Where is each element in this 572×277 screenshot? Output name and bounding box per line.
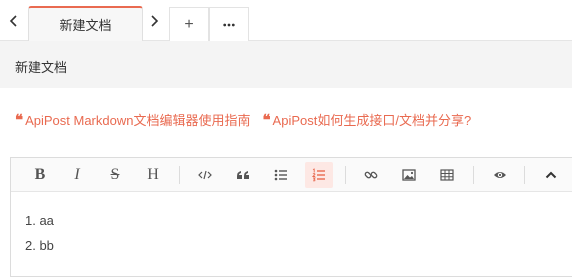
tab-new-document[interactable]: 新建文档 [28, 6, 143, 41]
italic-icon: I [74, 166, 80, 183]
strikethrough-icon: S [110, 166, 120, 183]
bold-icon: B [34, 166, 46, 183]
share-doc-link[interactable]: ❝ ApiPost如何生成接口/文档并分享? [262, 110, 471, 129]
help-links: ❝ ApiPost Markdown文档编辑器使用指南 ❝ ApiPost如何生… [15, 110, 471, 129]
markdown-guide-link[interactable]: ❝ ApiPost Markdown文档编辑器使用指南 [15, 110, 250, 129]
image-icon [402, 169, 416, 181]
toolbar-divider [179, 166, 180, 184]
chevron-up-icon [545, 171, 557, 179]
editor-toolbar: B I S H [11, 158, 572, 192]
strikethrough-button[interactable]: S [101, 162, 129, 188]
more-tabs-button[interactable] [209, 7, 249, 41]
quote-icon: ❝ [262, 110, 270, 129]
link-label: ApiPost Markdown文档编辑器使用指南 [25, 113, 251, 128]
link-button[interactable] [357, 162, 385, 188]
link-icon [364, 171, 378, 179]
toolbar-divider [345, 166, 346, 184]
chevron-right-icon [151, 15, 159, 27]
ordered-list-icon [312, 168, 325, 182]
editor-content[interactable]: 1. aa 2. bb [25, 212, 54, 262]
italic-button[interactable]: I [63, 162, 91, 188]
code-icon [198, 170, 212, 180]
code-button[interactable] [191, 162, 219, 188]
preview-button[interactable] [486, 162, 514, 188]
unordered-list-icon [274, 169, 287, 181]
more-icon [223, 23, 235, 26]
tab-next-button[interactable] [144, 10, 164, 32]
eye-icon [494, 172, 506, 178]
collapse-toolbar-button[interactable] [537, 162, 565, 188]
bold-button[interactable]: B [26, 162, 54, 188]
tab-prev-button[interactable] [4, 10, 24, 32]
heading-button[interactable]: H [139, 162, 167, 188]
content-line: 2. bb [25, 238, 54, 253]
document-title-bar: 新建文档 [0, 41, 572, 88]
quote-icon: ❝ [15, 110, 23, 129]
tab-bar: 新建文档 + [0, 0, 572, 41]
ordered-list-button[interactable] [305, 162, 333, 188]
toolbar-divider [473, 166, 474, 184]
quote-button[interactable] [229, 162, 257, 188]
image-button[interactable] [395, 162, 423, 188]
link-label: ApiPost如何生成接口/文档并分享? [272, 113, 472, 128]
content-line: 1. aa [25, 213, 54, 228]
add-tab-button[interactable]: + [169, 7, 209, 41]
tab-label: 新建文档 [59, 18, 112, 33]
document-title[interactable]: 新建文档 [15, 57, 67, 76]
heading-icon: H [147, 166, 159, 183]
unordered-list-button[interactable] [267, 162, 295, 188]
plus-icon: + [184, 15, 194, 33]
table-icon [440, 169, 454, 181]
markdown-editor: B I S H 1. aa 2. bb [10, 157, 572, 277]
table-button[interactable] [433, 162, 461, 188]
toolbar-divider [524, 166, 525, 184]
chevron-left-icon [9, 15, 17, 27]
quote-icon [237, 171, 249, 179]
